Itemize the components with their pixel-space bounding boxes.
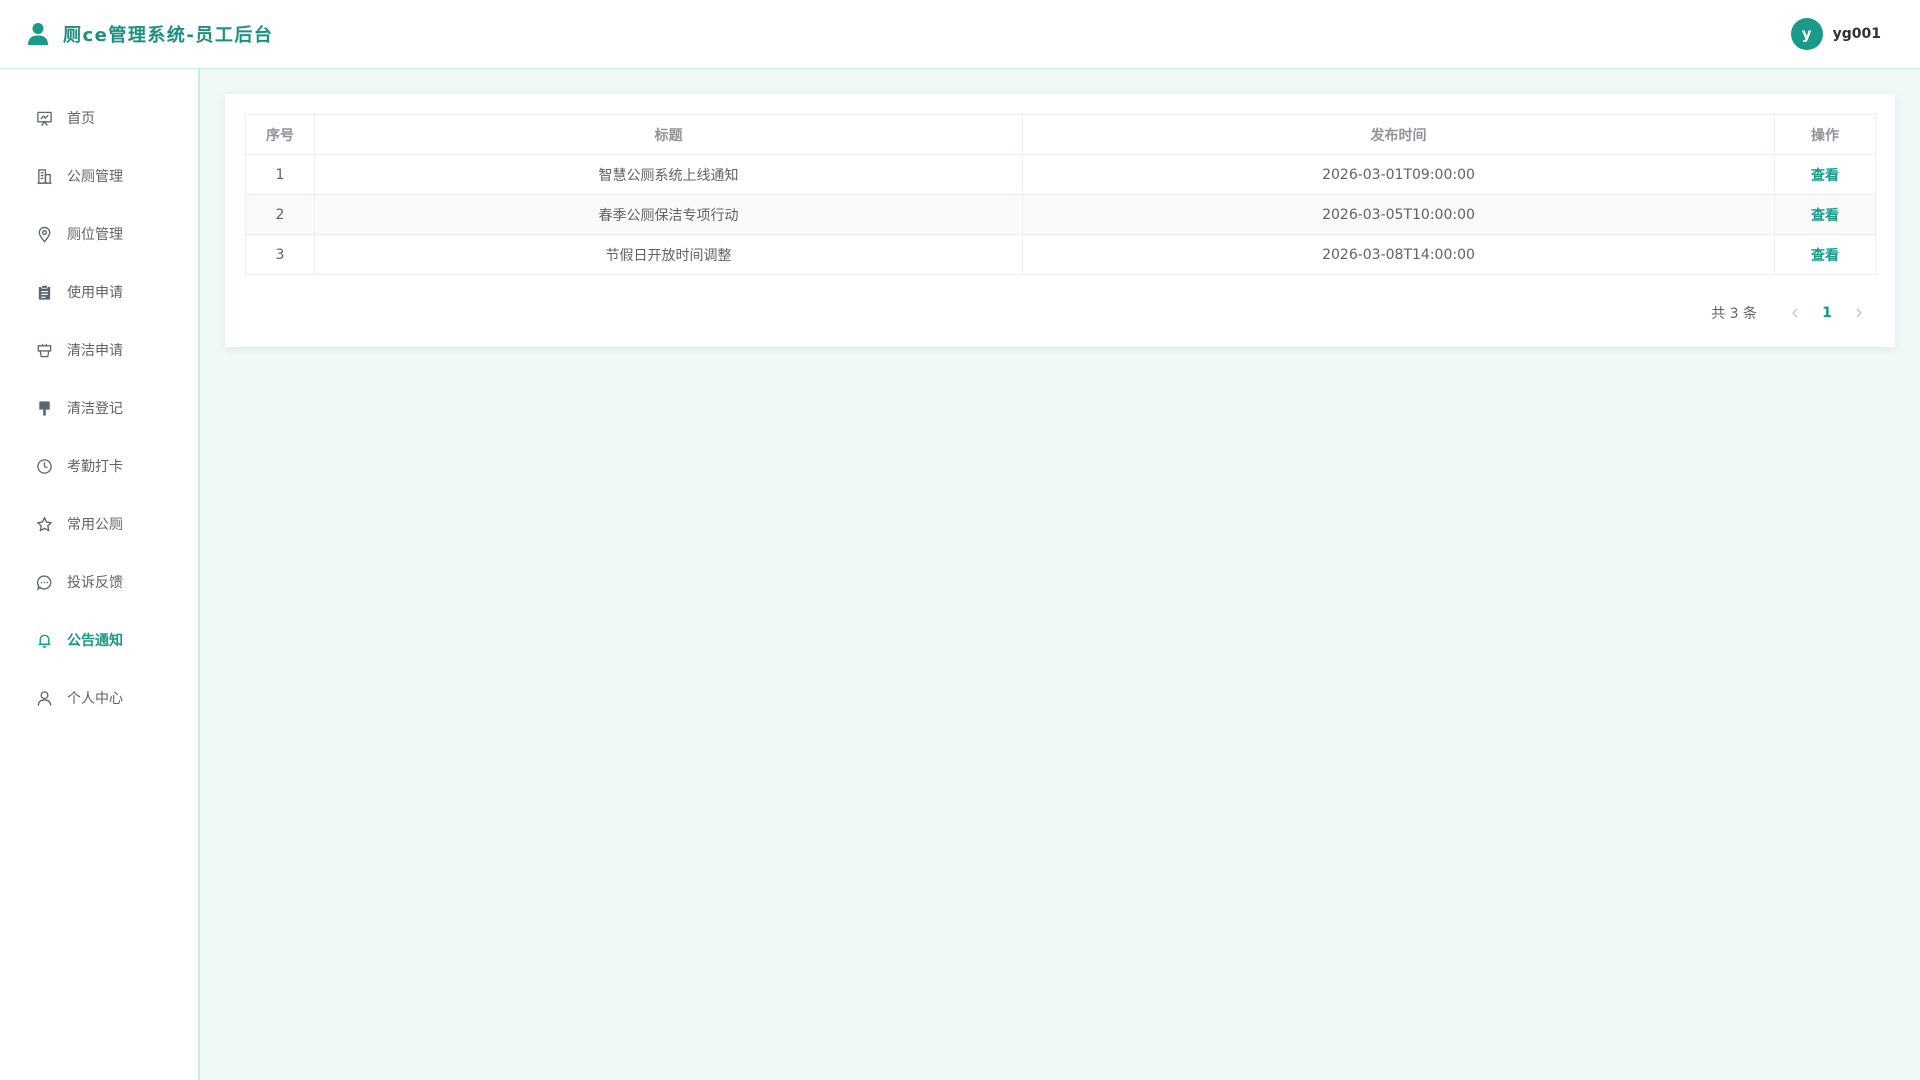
table-header-row: 序号 标题 发布时间 操作 bbox=[245, 114, 1876, 155]
table-row: 3 节假日开放时间调整 2026-03-08T14:00:00 查看 bbox=[245, 234, 1876, 275]
sidebar-item-label: 常用公厕 bbox=[67, 517, 123, 533]
cleaning-cart-icon bbox=[35, 341, 53, 359]
chevron-left-icon bbox=[1792, 308, 1798, 318]
app-root: 厕ce管理系统-员工后台 y yg001 首页 公厕管理 厕位管理 使用申请 清… bbox=[0, 0, 1920, 1080]
column-header-actions: 操作 bbox=[1774, 114, 1876, 155]
cell-title: 节假日开放时间调整 bbox=[314, 234, 1023, 275]
paint-brush-icon bbox=[35, 399, 53, 417]
column-header-title: 标题 bbox=[314, 114, 1023, 155]
cell-actions: 查看 bbox=[1774, 194, 1876, 235]
chevron-right-icon bbox=[1856, 308, 1862, 318]
sidebar-item-label: 清洁申请 bbox=[67, 343, 123, 359]
sidebar-item-label: 公厕管理 bbox=[67, 169, 123, 185]
user-icon bbox=[27, 22, 49, 46]
sidebar-item-home[interactable]: 首页 bbox=[0, 89, 198, 147]
cell-index: 1 bbox=[245, 154, 315, 195]
star-icon bbox=[35, 515, 53, 533]
sidebar-item-stall-management[interactable]: 厕位管理 bbox=[0, 205, 198, 263]
top-header: 厕ce管理系统-员工后台 y yg001 bbox=[0, 0, 1920, 69]
notice-table: 序号 标题 发布时间 操作 1 智慧公厕系统上线通知 2026-03-01T09… bbox=[245, 114, 1876, 275]
pagination: 共 3 条 1 bbox=[1711, 299, 1875, 327]
sidebar-item-label: 首页 bbox=[67, 111, 95, 127]
sidebar-item-profile[interactable]: 个人中心 bbox=[0, 669, 198, 727]
page-number-current[interactable]: 1 bbox=[1811, 299, 1843, 327]
sidebar-item-favorite-toilets[interactable]: 常用公厕 bbox=[0, 495, 198, 553]
building-icon bbox=[35, 167, 53, 185]
chat-bubble-icon bbox=[35, 573, 53, 591]
prev-page-button[interactable] bbox=[1779, 299, 1811, 327]
cell-title: 春季公厕保洁专项行动 bbox=[314, 194, 1023, 235]
sidebar-item-announcements[interactable]: 公告通知 bbox=[0, 611, 198, 669]
cell-index: 3 bbox=[245, 234, 315, 275]
username[interactable]: yg001 bbox=[1833, 26, 1881, 42]
view-button[interactable]: 查看 bbox=[1811, 168, 1839, 184]
clipboard-icon bbox=[35, 283, 53, 301]
table-row: 1 智慧公厕系统上线通知 2026-03-01T09:00:00 查看 bbox=[245, 154, 1876, 195]
sidebar: 首页 公厕管理 厕位管理 使用申请 清洁申请 清洁登记 考勤打卡 常用公厕 投诉… bbox=[0, 69, 200, 1080]
cell-publish-time: 2026-03-01T09:00:00 bbox=[1022, 154, 1775, 195]
table-row: 2 春季公厕保洁专项行动 2026-03-05T10:00:00 查看 bbox=[245, 194, 1876, 235]
sidebar-item-label: 投诉反馈 bbox=[67, 575, 123, 591]
main-content: 序号 标题 发布时间 操作 1 智慧公厕系统上线通知 2026-03-01T09… bbox=[200, 69, 1920, 1080]
cell-publish-time: 2026-03-05T10:00:00 bbox=[1022, 194, 1775, 235]
cell-publish-time: 2026-03-08T14:00:00 bbox=[1022, 234, 1775, 275]
column-header-publish-time: 发布时间 bbox=[1022, 114, 1775, 155]
sidebar-item-label: 考勤打卡 bbox=[67, 459, 123, 475]
bell-icon bbox=[35, 631, 53, 649]
pagination-total: 共 3 条 bbox=[1711, 306, 1757, 322]
view-button[interactable]: 查看 bbox=[1811, 248, 1839, 264]
view-button[interactable]: 查看 bbox=[1811, 208, 1839, 224]
cell-index: 2 bbox=[245, 194, 315, 235]
clock-icon bbox=[35, 457, 53, 475]
location-pin-icon bbox=[35, 225, 53, 243]
cell-actions: 查看 bbox=[1774, 154, 1876, 195]
sidebar-item-usage-request[interactable]: 使用申请 bbox=[0, 263, 198, 321]
sidebar-item-label: 个人中心 bbox=[67, 691, 123, 707]
sidebar-item-toilet-management[interactable]: 公厕管理 bbox=[0, 147, 198, 205]
column-header-index: 序号 bbox=[245, 114, 315, 155]
sidebar-item-complaints[interactable]: 投诉反馈 bbox=[0, 553, 198, 611]
user-outline-icon bbox=[35, 689, 53, 707]
cell-title: 智慧公厕系统上线通知 bbox=[314, 154, 1023, 195]
sidebar-item-attendance[interactable]: 考勤打卡 bbox=[0, 437, 198, 495]
app-title: 厕ce管理系统-员工后台 bbox=[63, 25, 274, 46]
presentation-icon bbox=[35, 109, 53, 127]
cell-actions: 查看 bbox=[1774, 234, 1876, 275]
sidebar-item-label: 清洁登记 bbox=[67, 401, 123, 417]
next-page-button[interactable] bbox=[1843, 299, 1875, 327]
user-menu[interactable]: y yg001 bbox=[1790, 18, 1893, 50]
sidebar-item-cleaning-request[interactable]: 清洁申请 bbox=[0, 321, 198, 379]
sidebar-item-label: 使用申请 bbox=[67, 285, 123, 301]
sidebar-item-label: 厕位管理 bbox=[67, 227, 123, 243]
notice-card: 序号 标题 发布时间 操作 1 智慧公厕系统上线通知 2026-03-01T09… bbox=[225, 94, 1895, 347]
sidebar-item-cleaning-log[interactable]: 清洁登记 bbox=[0, 379, 198, 437]
avatar[interactable]: y bbox=[1790, 18, 1823, 50]
sidebar-item-label: 公告通知 bbox=[67, 633, 123, 649]
